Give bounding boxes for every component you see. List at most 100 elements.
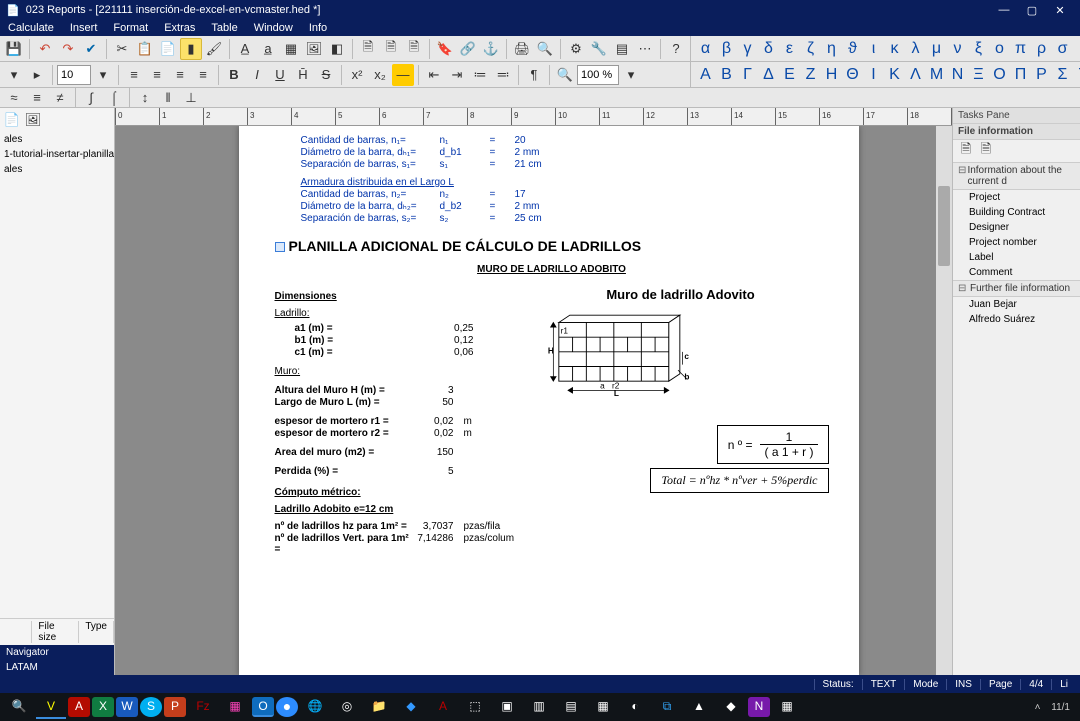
- overline-icon[interactable]: H̄: [292, 64, 314, 86]
- zoom-dropdown-icon[interactable]: ▾: [620, 64, 642, 86]
- fontcolor-icon[interactable]: —: [392, 64, 414, 86]
- app-autocad-icon[interactable]: A: [428, 695, 458, 719]
- greek-Z[interactable]: Z: [800, 66, 821, 84]
- table-icon[interactable]: ▦: [280, 38, 302, 60]
- greek-λ[interactable]: λ: [905, 40, 926, 58]
- greek-I[interactable]: I: [863, 66, 884, 84]
- section-marker-icon[interactable]: [275, 242, 285, 252]
- system-tray[interactable]: ˄ 11/1: [1029, 702, 1076, 713]
- pilcrow-icon[interactable]: ¶: [523, 64, 545, 86]
- menu-table[interactable]: Table: [203, 22, 245, 34]
- greek-Π[interactable]: Π: [1010, 66, 1031, 84]
- app-generic-icon[interactable]: ▦: [220, 695, 250, 719]
- greek-M[interactable]: M: [926, 66, 947, 84]
- link-icon[interactable]: 🔗: [457, 38, 479, 60]
- redo-icon[interactable]: ↷: [57, 38, 79, 60]
- app-vscode-icon[interactable]: ⧉: [652, 695, 682, 719]
- italic-icon[interactable]: I: [246, 64, 268, 86]
- menu-insert[interactable]: Insert: [62, 22, 106, 34]
- app-x3-icon[interactable]: ▥: [524, 695, 554, 719]
- tree-item[interactable]: ales: [0, 162, 114, 177]
- app-x7-icon[interactable]: ▲: [684, 695, 714, 719]
- dropdown-icon[interactable]: ▾: [92, 64, 114, 86]
- greek-ε[interactable]: ε: [779, 40, 800, 58]
- app-zoom-icon[interactable]: ●: [276, 697, 298, 717]
- numlist-icon[interactable]: ≕: [492, 64, 514, 86]
- task-item[interactable]: Building Contract: [953, 205, 1080, 220]
- greek-K[interactable]: K: [884, 66, 905, 84]
- greek-ϑ[interactable]: ϑ: [842, 40, 863, 58]
- align-center-icon[interactable]: ≡: [146, 64, 168, 86]
- app-onenote-icon[interactable]: N: [748, 697, 770, 717]
- brush-icon[interactable]: 🖌: [203, 38, 225, 60]
- menu-extras[interactable]: Extras: [156, 22, 203, 34]
- greek-N[interactable]: N: [947, 66, 968, 84]
- app-vc-icon[interactable]: V: [36, 695, 66, 719]
- integral-icon[interactable]: ∫: [80, 87, 102, 109]
- greek-ι[interactable]: ι: [863, 40, 884, 58]
- bookmark-icon[interactable]: 🔖: [434, 38, 456, 60]
- menu-info[interactable]: Info: [301, 22, 335, 34]
- tree-item[interactable]: 1-tutorial-insertar-planilla-excel: [0, 147, 114, 162]
- tasks-section-1[interactable]: ⊟Information about the current d: [953, 162, 1080, 190]
- close-button[interactable]: ✕: [1046, 0, 1074, 20]
- print-icon[interactable]: 🖨: [511, 38, 533, 60]
- task-item[interactable]: Designer: [953, 220, 1080, 235]
- greek-δ[interactable]: δ: [758, 40, 779, 58]
- maximize-button[interactable]: ▢: [1018, 0, 1046, 20]
- save-icon[interactable]: 💾: [3, 38, 25, 60]
- search-icon[interactable]: 🔍: [4, 695, 34, 719]
- app-explorer-icon[interactable]: 📁: [364, 695, 394, 719]
- anchor-icon[interactable]: ⚓: [480, 38, 502, 60]
- app-blue-icon[interactable]: ◆: [396, 695, 426, 719]
- greek-τ[interactable]: τ: [1073, 40, 1080, 58]
- align-right-icon[interactable]: ≡: [169, 64, 191, 86]
- document-editor[interactable]: Cantidad de barras, n₁=n₁=20Diámetro de …: [115, 126, 952, 675]
- task-doc1-icon[interactable]: 🗎: [958, 143, 974, 159]
- image-icon[interactable]: 🖼: [303, 38, 325, 60]
- highlight-icon[interactable]: ▮: [180, 38, 202, 60]
- app-filezilla-icon[interactable]: Fz: [188, 695, 218, 719]
- align-justify-icon[interactable]: ≡: [192, 64, 214, 86]
- tool-b-icon[interactable]: a̲: [257, 38, 279, 60]
- tasks-section-2[interactable]: ⊟Further file information: [953, 280, 1080, 297]
- greek-ρ[interactable]: ρ: [1031, 40, 1052, 58]
- greek-Γ[interactable]: Γ: [737, 66, 758, 84]
- greek-O[interactable]: O: [989, 66, 1010, 84]
- chart-icon[interactable]: ◧: [326, 38, 348, 60]
- greek-β[interactable]: β: [716, 40, 737, 58]
- spellcheck-icon[interactable]: ✔: [80, 38, 102, 60]
- greek-ξ[interactable]: ξ: [968, 40, 989, 58]
- horizontal-ruler[interactable]: 012345678910111213141516171819202122: [115, 108, 952, 126]
- menu-calculate[interactable]: Calculate: [0, 22, 62, 34]
- app-word-icon[interactable]: W: [116, 697, 138, 717]
- col-type[interactable]: Type: [79, 621, 114, 643]
- underline-icon[interactable]: U: [269, 64, 291, 86]
- task-item[interactable]: Comment: [953, 265, 1080, 280]
- task-item[interactable]: Label: [953, 250, 1080, 265]
- superscript-icon[interactable]: x²: [346, 64, 368, 86]
- greek-π[interactable]: π: [1010, 40, 1031, 58]
- sigma-icon[interactable]: ⌠: [103, 87, 125, 109]
- app-acrobat-icon[interactable]: A: [68, 697, 90, 717]
- greek-η[interactable]: η: [821, 40, 842, 58]
- app-x5-icon[interactable]: ▦: [588, 695, 618, 719]
- task-item[interactable]: Alfredo Suárez: [953, 312, 1080, 327]
- task-doc2-icon[interactable]: 🗎: [978, 143, 994, 159]
- col-none[interactable]: [0, 621, 32, 643]
- wrench-icon[interactable]: 🔧: [588, 38, 610, 60]
- settings-icon[interactable]: ⚙: [565, 38, 587, 60]
- greek-γ[interactable]: γ: [737, 40, 758, 58]
- perp-icon[interactable]: ⊥: [180, 87, 202, 109]
- greek-Ξ[interactable]: Ξ: [968, 66, 989, 84]
- greek-Δ[interactable]: Δ: [758, 66, 779, 84]
- list-icon[interactable]: ≔: [469, 64, 491, 86]
- greek-α[interactable]: α: [695, 40, 716, 58]
- cut-icon[interactable]: ✂: [111, 38, 133, 60]
- arrow2-icon[interactable]: ‖: [157, 87, 179, 109]
- app-outlook-icon[interactable]: O: [252, 697, 274, 717]
- task-item[interactable]: Project: [953, 190, 1080, 205]
- greek-A[interactable]: A: [695, 66, 716, 84]
- menu-format[interactable]: Format: [105, 22, 156, 34]
- app-x2-icon[interactable]: ▣: [492, 695, 522, 719]
